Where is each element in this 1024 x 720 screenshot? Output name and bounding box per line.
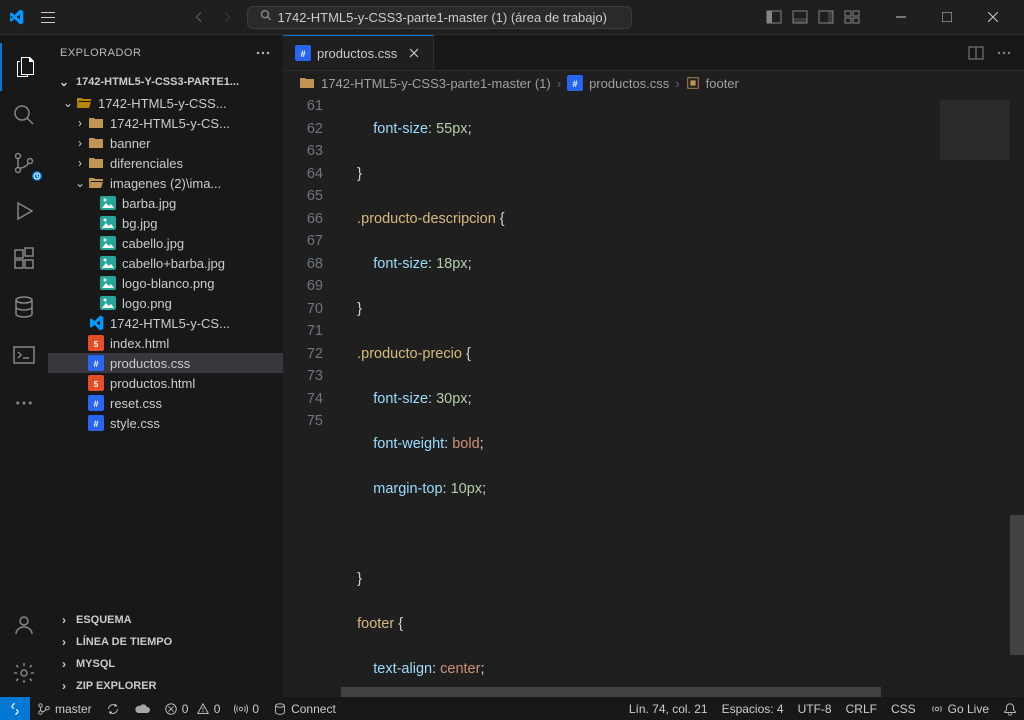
command-center[interactable]: 1742-HTML5-y-CSS3-parte1-master (1) (áre… bbox=[247, 6, 632, 29]
workspace-section[interactable]: ⌄ 1742-HTML5-Y-CSS3-PARTE1... bbox=[48, 71, 283, 93]
layout-sidebar-left-icon[interactable] bbox=[766, 9, 782, 25]
layout-customize-icon[interactable] bbox=[844, 9, 860, 25]
folder-icon bbox=[299, 75, 315, 91]
line-gutter: 616263646566676869707172737475 bbox=[283, 95, 341, 697]
nav-forward-icon[interactable] bbox=[219, 9, 235, 25]
sidebar-more-icon[interactable] bbox=[255, 45, 271, 61]
zip-explorer-section[interactable]: ›ZIP EXPLORER bbox=[48, 675, 283, 697]
breadcrumb-folder[interactable]: 1742-HTML5-y-CSS3-parte1-master (1) bbox=[321, 76, 551, 91]
activity-database[interactable] bbox=[0, 283, 48, 331]
code-content[interactable]: font-size: 55px; } .producto-descripcion… bbox=[341, 95, 1024, 697]
outline-section[interactable]: ›ESQUEMA bbox=[48, 609, 283, 631]
nav-back-icon[interactable] bbox=[191, 9, 207, 25]
tab-label: productos.css bbox=[317, 46, 397, 61]
status-cloudflare[interactable] bbox=[127, 697, 157, 720]
status-eol[interactable]: CRLF bbox=[839, 697, 884, 720]
tree-item[interactable]: #style.css bbox=[48, 413, 283, 433]
svg-text:5: 5 bbox=[94, 340, 99, 349]
svg-text:5: 5 bbox=[94, 380, 99, 389]
activity-bar bbox=[0, 35, 48, 697]
tree-item[interactable]: ›diferenciales bbox=[48, 153, 283, 173]
symbol-icon bbox=[686, 76, 700, 90]
tree-item[interactable]: cabello+barba.jpg bbox=[48, 253, 283, 273]
tree-item[interactable]: ⌄1742-HTML5-y-CSS... bbox=[48, 93, 283, 113]
window-close-icon[interactable] bbox=[970, 0, 1016, 35]
workspace-title: 1742-HTML5-Y-CSS3-PARTE1... bbox=[76, 76, 239, 88]
svg-text:#: # bbox=[93, 399, 98, 409]
activity-accounts[interactable] bbox=[0, 601, 48, 649]
vscode-logo-icon bbox=[8, 9, 24, 25]
tree-item[interactable]: ⌄imagenes (2)\ima... bbox=[48, 173, 283, 193]
sidebar-title: EXPLORADOR bbox=[60, 47, 141, 59]
css-file-icon: # bbox=[567, 75, 583, 91]
tabs-bar: # productos.css bbox=[283, 35, 1024, 71]
status-branch[interactable]: master bbox=[30, 697, 99, 720]
breadcrumbs[interactable]: 1742-HTML5-y-CSS3-parte1-master (1) › # … bbox=[283, 71, 1024, 95]
status-ports[interactable]: 0 bbox=[227, 697, 266, 720]
status-spaces[interactable]: Espacios: 4 bbox=[715, 697, 791, 720]
status-encoding[interactable]: UTF-8 bbox=[791, 697, 839, 720]
activity-settings[interactable] bbox=[0, 649, 48, 697]
tree-item[interactable]: barba.jpg bbox=[48, 193, 283, 213]
status-sync[interactable] bbox=[99, 697, 127, 720]
tree-item[interactable]: logo-blanco.png bbox=[48, 273, 283, 293]
status-connect[interactable]: Connect bbox=[266, 697, 343, 720]
search-icon bbox=[258, 10, 272, 24]
split-editor-icon[interactable] bbox=[968, 45, 984, 61]
tree-item[interactable]: bg.jpg bbox=[48, 213, 283, 233]
more-actions-icon[interactable] bbox=[996, 45, 1012, 61]
timeline-section[interactable]: ›LÍNEA DE TIEMPO bbox=[48, 631, 283, 653]
svg-text:#: # bbox=[300, 49, 305, 59]
mysql-section[interactable]: ›MYSQL bbox=[48, 653, 283, 675]
tree-item[interactable]: #productos.css bbox=[48, 353, 283, 373]
status-notifications[interactable] bbox=[996, 697, 1024, 720]
breadcrumb-file[interactable]: productos.css bbox=[589, 76, 669, 91]
tab-close-icon[interactable] bbox=[407, 46, 421, 60]
tree-item[interactable]: cabello.jpg bbox=[48, 233, 283, 253]
status-cursor-position[interactable]: Lín. 74, col. 21 bbox=[622, 697, 715, 720]
activity-more[interactable] bbox=[0, 379, 48, 427]
tree-item[interactable]: #reset.css bbox=[48, 393, 283, 413]
window-minimize-icon[interactable] bbox=[878, 0, 924, 35]
activity-explorer[interactable] bbox=[0, 43, 48, 91]
statusbar: master 0 0 0 Connect Lín. 74, col. 21 Es… bbox=[0, 697, 1024, 720]
editor: # productos.css 1742-HTML5-y-CSS3-parte1… bbox=[283, 35, 1024, 697]
status-language[interactable]: CSS bbox=[884, 697, 923, 720]
tab-productos-css[interactable]: # productos.css bbox=[283, 35, 434, 70]
activity-source-control[interactable] bbox=[0, 139, 48, 187]
tree-item[interactable]: 5productos.html bbox=[48, 373, 283, 393]
minimap[interactable] bbox=[940, 95, 1010, 697]
file-tree: ⌄1742-HTML5-y-CSS...›1742-HTML5-y-CS...›… bbox=[48, 93, 283, 609]
svg-text:#: # bbox=[93, 359, 98, 369]
css-file-icon: # bbox=[295, 45, 311, 61]
activity-terminal[interactable] bbox=[0, 331, 48, 379]
remote-button[interactable] bbox=[0, 697, 30, 720]
tree-item[interactable]: logo.png bbox=[48, 293, 283, 313]
status-problems[interactable]: 0 0 bbox=[157, 697, 228, 720]
layout-sidebar-right-icon[interactable] bbox=[818, 9, 834, 25]
status-golive[interactable]: Go Live bbox=[923, 697, 996, 720]
search-text: 1742-HTML5-y-CSS3-parte1-master (1) (áre… bbox=[278, 10, 607, 25]
tree-item[interactable]: 1742-HTML5-y-CS... bbox=[48, 313, 283, 333]
tree-item[interactable]: 5index.html bbox=[48, 333, 283, 353]
tree-item[interactable]: ›banner bbox=[48, 133, 283, 153]
vertical-scrollbar[interactable] bbox=[1010, 95, 1024, 697]
code-area[interactable]: 616263646566676869707172737475 font-size… bbox=[283, 95, 1024, 697]
svg-text:#: # bbox=[93, 419, 98, 429]
titlebar: 1742-HTML5-y-CSS3-parte1-master (1) (áre… bbox=[0, 0, 1024, 35]
activity-run-debug[interactable] bbox=[0, 187, 48, 235]
layout-panel-icon[interactable] bbox=[792, 9, 808, 25]
svg-text:#: # bbox=[573, 79, 578, 89]
sidebar: EXPLORADOR ⌄ 1742-HTML5-Y-CSS3-PARTE1...… bbox=[48, 35, 283, 697]
tree-item[interactable]: ›1742-HTML5-y-CS... bbox=[48, 113, 283, 133]
horizontal-scrollbar[interactable] bbox=[283, 687, 1010, 697]
chevron-down-icon: ⌄ bbox=[56, 75, 72, 89]
activity-extensions[interactable] bbox=[0, 235, 48, 283]
breadcrumb-symbol[interactable]: footer bbox=[706, 76, 739, 91]
menu-icon[interactable] bbox=[40, 9, 56, 25]
window-maximize-icon[interactable] bbox=[924, 0, 970, 35]
activity-search[interactable] bbox=[0, 91, 48, 139]
